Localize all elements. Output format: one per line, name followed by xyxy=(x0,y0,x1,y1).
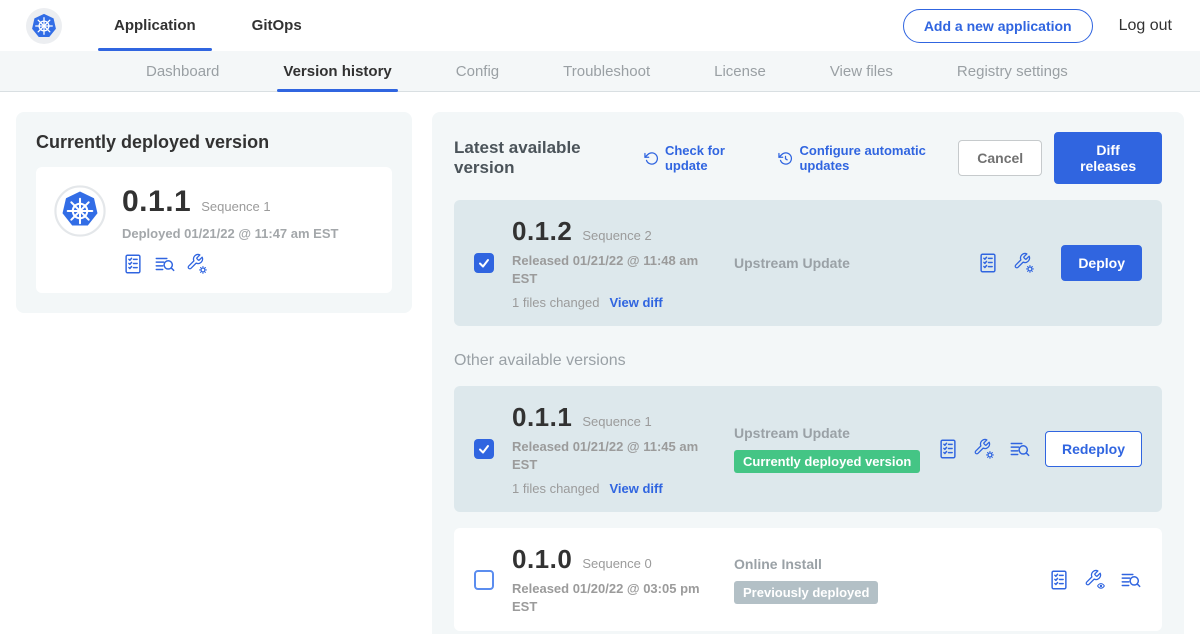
top-nav: Application GitOps Add a new application… xyxy=(0,0,1200,51)
kubernetes-icon xyxy=(29,11,59,41)
sequence-label: Sequence 0 xyxy=(582,556,651,571)
version-number: 0.1.2 xyxy=(512,216,572,247)
release-notes-search-icon[interactable] xyxy=(154,253,176,275)
deployed-version-info: 0.1.1 Sequence 1 Deployed 01/21/22 @ 11:… xyxy=(122,185,338,275)
kubernetes-icon xyxy=(54,185,106,237)
sequence-label: Sequence 1 xyxy=(582,414,651,429)
version-actions: Deploy xyxy=(977,245,1142,281)
app-logo xyxy=(26,8,62,44)
deployed-sequence-label: Sequence 1 xyxy=(201,199,270,214)
version-actions xyxy=(1048,569,1142,591)
subtab-view-files[interactable]: View files xyxy=(824,51,899,91)
sequence-label: Sequence 2 xyxy=(582,228,651,243)
version-source: Online Install Previously deployed xyxy=(730,556,1048,604)
schedule-update-icon xyxy=(778,150,793,167)
subtab-config[interactable]: Config xyxy=(450,51,505,91)
refresh-icon xyxy=(644,150,659,167)
check-for-update-link[interactable]: Check for update xyxy=(644,143,758,173)
view-diff-link[interactable]: View diff xyxy=(609,295,662,310)
redeploy-button[interactable]: Redeploy xyxy=(1045,431,1142,467)
release-notes-search-icon[interactable] xyxy=(1120,569,1142,591)
subtab-dashboard[interactable]: Dashboard xyxy=(140,51,225,91)
version-actions: Redeploy xyxy=(937,431,1142,467)
top-tabs: Application GitOps xyxy=(104,0,348,51)
check-icon xyxy=(477,442,491,456)
version-card-0-1-1: 0.1.1 Sequence 1 Released 01/21/22 @ 11:… xyxy=(454,386,1162,512)
version-number: 0.1.1 xyxy=(512,402,572,433)
released-timestamp: Released 01/21/22 @ 11:48 am EST xyxy=(512,252,702,287)
deploy-button[interactable]: Deploy xyxy=(1061,245,1142,281)
top-right: Add a new application Log out xyxy=(903,9,1172,43)
currently-deployed-badge: Currently deployed version xyxy=(734,450,920,473)
check-for-update-label: Check for update xyxy=(665,143,759,173)
preflight-checklist-icon[interactable] xyxy=(1048,569,1070,591)
config-wrench-icon[interactable] xyxy=(1013,252,1035,274)
files-changed-label: 1 files changed xyxy=(512,481,599,496)
other-versions-label: Other available versions xyxy=(454,352,1162,370)
version-info: 0.1.0 Sequence 0 Released 01/20/22 @ 03:… xyxy=(512,544,730,615)
config-wrench-icon[interactable] xyxy=(973,438,995,460)
previously-deployed-badge: Previously deployed xyxy=(734,581,878,604)
check-icon xyxy=(477,256,491,270)
currently-deployed-panel: Currently deployed version 0.1.1 Sequenc… xyxy=(16,112,412,313)
source-label: Upstream Update xyxy=(734,425,937,441)
version-info: 0.1.1 Sequence 1 Released 01/21/22 @ 11:… xyxy=(512,402,730,496)
subtab-version-history[interactable]: Version history xyxy=(277,51,397,91)
tab-application[interactable]: Application xyxy=(104,0,206,51)
configure-auto-updates-label: Configure automatic updates xyxy=(799,143,958,173)
view-config-wrench-eye-icon[interactable] xyxy=(1084,569,1106,591)
main-content: Currently deployed version 0.1.1 Sequenc… xyxy=(0,92,1200,634)
preflight-checklist-icon[interactable] xyxy=(977,252,999,274)
logout-button[interactable]: Log out xyxy=(1119,17,1172,35)
sub-nav: Dashboard Version history Config Trouble… xyxy=(0,51,1200,92)
deployed-panel-title: Currently deployed version xyxy=(36,132,392,153)
diff-releases-button[interactable]: Diff releases xyxy=(1054,132,1162,184)
preflight-checklist-icon[interactable] xyxy=(937,438,959,460)
preflight-checklist-icon[interactable] xyxy=(122,253,144,275)
deployed-actions xyxy=(122,253,338,275)
deployed-version-number: 0.1.1 xyxy=(122,185,191,219)
available-versions-panel: Latest available version Check for updat… xyxy=(432,112,1184,634)
files-changed-label: 1 files changed xyxy=(512,295,599,310)
cancel-button[interactable]: Cancel xyxy=(958,140,1042,176)
available-panel-header: Latest available version Check for updat… xyxy=(454,132,1162,184)
source-label: Upstream Update xyxy=(734,255,977,271)
subtab-registry-settings[interactable]: Registry settings xyxy=(951,51,1074,91)
version-number: 0.1.0 xyxy=(512,544,572,575)
subtab-troubleshoot[interactable]: Troubleshoot xyxy=(557,51,656,91)
version-source: Upstream Update xyxy=(730,255,977,271)
version-info: 0.1.2 Sequence 2 Released 01/21/22 @ 11:… xyxy=(512,216,730,310)
add-new-application-button[interactable]: Add a new application xyxy=(903,9,1093,43)
configure-auto-updates-link[interactable]: Configure automatic updates xyxy=(778,143,958,173)
version-card-0-1-0: 0.1.0 Sequence 0 Released 01/20/22 @ 03:… xyxy=(454,528,1162,631)
release-notes-search-icon[interactable] xyxy=(1009,438,1031,460)
config-wrench-icon[interactable] xyxy=(186,253,208,275)
view-diff-link[interactable]: View diff xyxy=(609,481,662,496)
version-checkbox[interactable] xyxy=(474,570,494,590)
source-label: Online Install xyxy=(734,556,1048,572)
subtab-license[interactable]: License xyxy=(708,51,772,91)
deployed-timestamp: Deployed 01/21/22 @ 11:47 am EST xyxy=(122,226,338,241)
released-timestamp: Released 01/21/22 @ 11:45 am EST xyxy=(512,438,702,473)
tab-gitops[interactable]: GitOps xyxy=(242,0,312,51)
version-card-0-1-2: 0.1.2 Sequence 2 Released 01/21/22 @ 11:… xyxy=(454,200,1162,326)
version-checkbox[interactable] xyxy=(474,253,494,273)
released-timestamp: Released 01/20/22 @ 03:05 pm EST xyxy=(512,580,702,615)
deployed-version-card: 0.1.1 Sequence 1 Deployed 01/21/22 @ 11:… xyxy=(36,167,392,293)
available-panel-title: Latest available version xyxy=(454,138,624,178)
version-checkbox[interactable] xyxy=(474,439,494,459)
version-source: Upstream Update Currently deployed versi… xyxy=(730,425,937,473)
